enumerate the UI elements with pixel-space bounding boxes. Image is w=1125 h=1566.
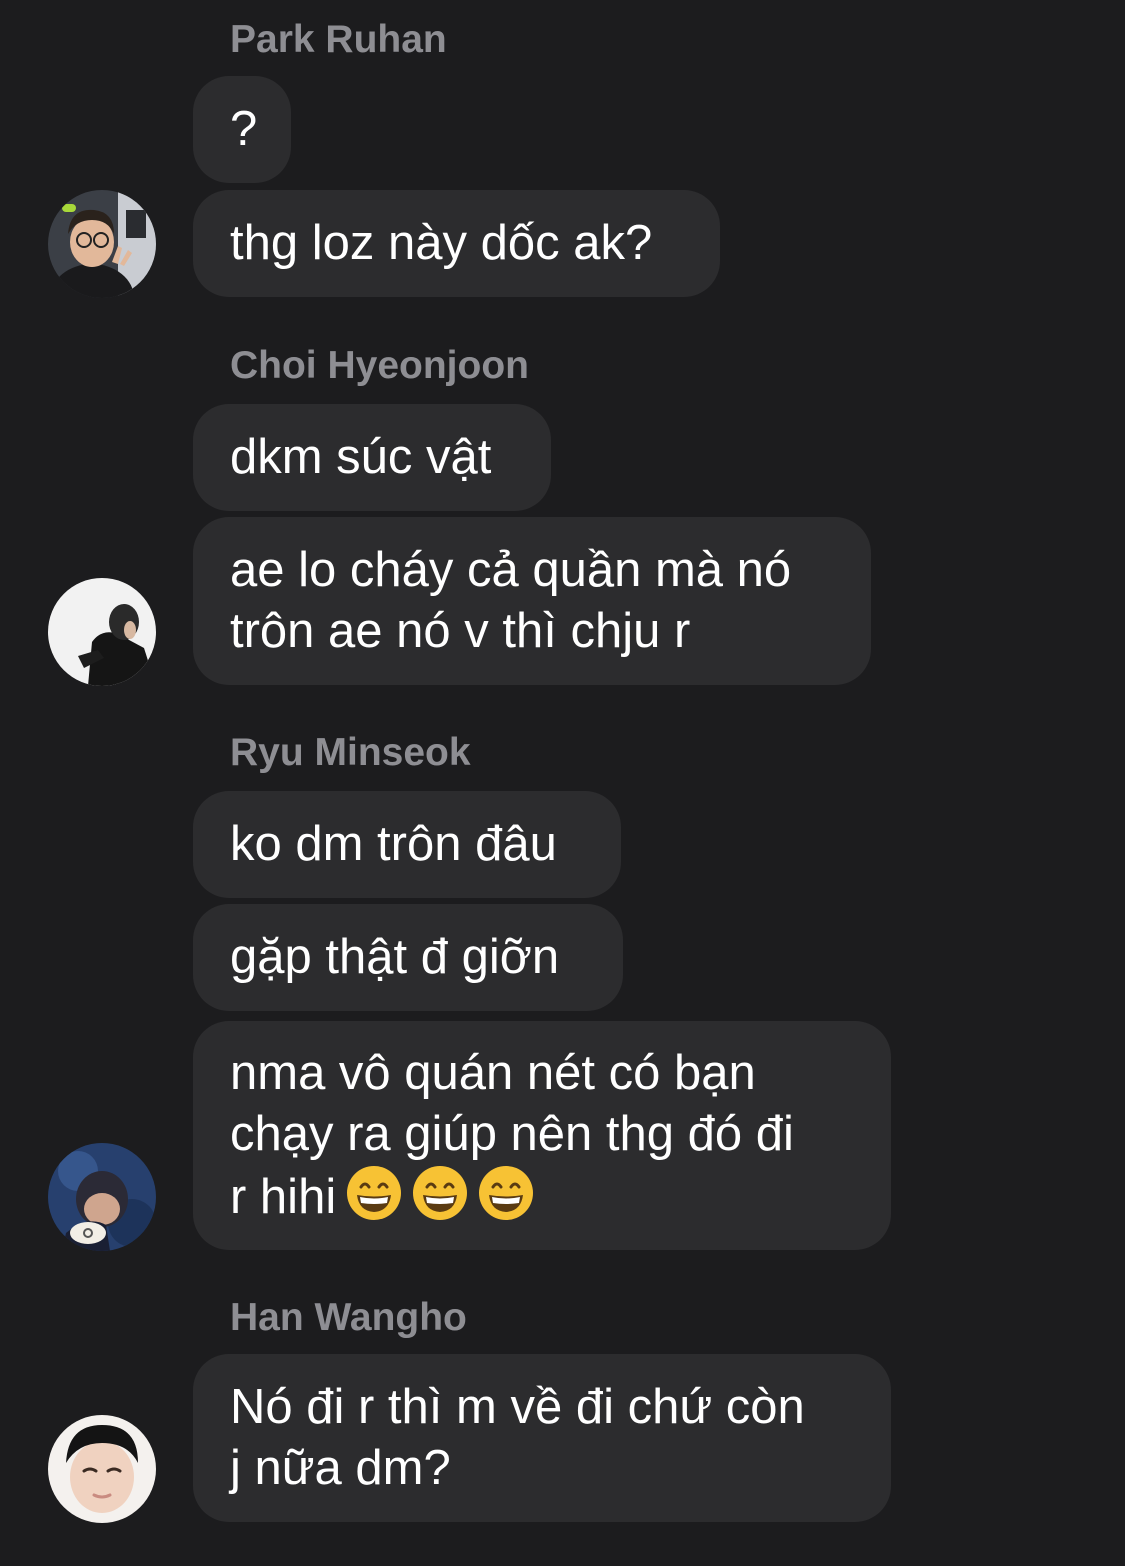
avatar-ryu-minseok[interactable] (48, 1143, 156, 1251)
avatar-han-wangho[interactable] (48, 1415, 156, 1523)
message-bubble[interactable]: Nó đi r thì m về đi chứ còn j nữa dm? (193, 1354, 891, 1522)
message-text: gặp thật đ giỡn (230, 930, 560, 984)
message-bubble[interactable]: ae lo cháy cả quần mà nó trôn ae nó v th… (193, 517, 871, 685)
avatar-photo-icon (48, 578, 156, 686)
message-bubble[interactable]: thg loz này dốc ak? (193, 190, 720, 297)
message-text: ae lo cháy cả quần mà nó trôn ae nó v th… (230, 543, 792, 658)
message-text: dkm súc vật (230, 430, 492, 484)
avatar-park-ruhan[interactable] (48, 190, 156, 298)
message-text: Nó đi r thì m về đi chứ còn j nữa dm? (230, 1380, 805, 1495)
message-text: thg loz này dốc ak? (230, 216, 653, 270)
message-text-with-emoji: nma vô quán nét có bạn chạy ra giúp nên … (230, 1043, 794, 1228)
message-text: ? (230, 102, 258, 156)
avatar-choi-hyeonjoon[interactable] (48, 578, 156, 686)
grinning-face-icon (413, 1166, 468, 1220)
message-bubble[interactable]: ko dm trôn đâu (193, 791, 621, 898)
message-bubble[interactable]: dkm súc vật (193, 404, 551, 511)
avatar-photo-icon (48, 1143, 156, 1251)
message-bubble[interactable]: ? (193, 76, 291, 183)
message-bubble[interactable]: gặp thật đ giỡn (193, 904, 623, 1011)
sender-name-han-wangho: Han Wangho (230, 1296, 467, 1339)
grinning-face-icon (347, 1166, 402, 1220)
sender-name-park-ruhan: Park Ruhan (230, 18, 447, 61)
sender-name-ryu-minseok: Ryu Minseok (230, 731, 471, 774)
grinning-face-icon (479, 1166, 534, 1220)
avatar-photo-icon (48, 190, 156, 298)
avatar-photo-icon (48, 1415, 156, 1523)
message-text: ko dm trôn đâu (230, 817, 557, 871)
sender-name-choi-hyeonjoon: Choi Hyeonjoon (230, 344, 529, 387)
message-bubble[interactable]: nma vô quán nét có bạn chạy ra giúp nên … (193, 1021, 891, 1250)
